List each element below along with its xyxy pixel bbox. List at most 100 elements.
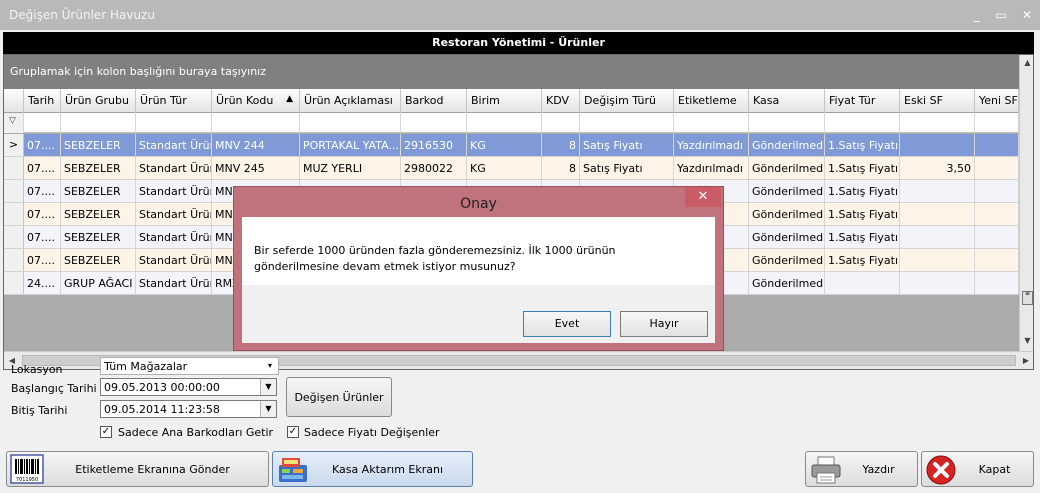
cell-kasa[interactable]: Gönderilmedi <box>749 203 825 225</box>
cell-yeni-sf[interactable] <box>975 157 1019 179</box>
cell-urun-tur[interactable]: Standart Ürün <box>136 180 212 202</box>
filter-cell[interactable] <box>749 113 825 133</box>
main-barcodes-checkbox[interactable]: ✓ <box>100 426 112 438</box>
column-header-etiketleme[interactable]: Etiketleme <box>674 89 749 113</box>
cell-eski-sf[interactable] <box>900 249 975 271</box>
row-indicator[interactable] <box>4 249 24 271</box>
cell-urun-aciklamasi[interactable]: PORTAKAL YATA... <box>300 134 401 156</box>
dialog-close-button[interactable]: ✕ <box>685 187 721 207</box>
cell-urun-kodu[interactable]: MNV 244 <box>212 134 300 156</box>
column-header-urun-aciklamasi[interactable]: Ürün Açıklaması <box>300 89 401 113</box>
row-indicator[interactable] <box>4 226 24 248</box>
filter-cell[interactable] <box>580 113 674 133</box>
column-header-tarih[interactable]: Tarih <box>24 89 61 113</box>
cell-eski-sf[interactable] <box>900 180 975 202</box>
cell-tarih[interactable]: 07.... <box>24 203 61 225</box>
row-indicator[interactable] <box>4 157 24 179</box>
cell-barkod[interactable]: 2916530 <box>401 134 467 156</box>
chevron-down-icon[interactable]: ▼ <box>260 401 276 417</box>
filter-cell[interactable] <box>542 113 580 133</box>
column-header-kasa[interactable]: Kasa <box>749 89 825 113</box>
group-by-panel[interactable]: Gruplamak için kolon başlığını buraya ta… <box>4 55 1019 89</box>
filter-cell[interactable] <box>467 113 542 133</box>
cell-urun-grubu[interactable]: GRUP AĞACI <box>61 272 136 294</box>
cell-urun-grubu[interactable]: SEBZELER <box>61 203 136 225</box>
column-header-yeni-sf[interactable]: Yeni SF <box>975 89 1019 113</box>
cell-kdv[interactable]: 8 <box>542 134 580 156</box>
cell-yeni-sf[interactable] <box>975 226 1019 248</box>
cell-kasa[interactable]: Gönderilmedi <box>749 157 825 179</box>
filter-cell[interactable] <box>61 113 136 133</box>
cell-fiyat-tur[interactable]: 1.Satış Fiyatı <box>825 249 900 271</box>
changed-products-button[interactable]: Değişen Ürünler <box>286 377 392 417</box>
cell-tarih[interactable]: 07.... <box>24 157 61 179</box>
column-header-barkod[interactable]: Barkod <box>401 89 467 113</box>
filter-cell[interactable] <box>24 113 61 133</box>
cell-degisim-turu[interactable]: Satış Fiyatı <box>580 157 674 179</box>
column-header-degisim-turu[interactable]: Değişim Türü <box>580 89 674 113</box>
cell-tarih[interactable]: 07.... <box>24 134 61 156</box>
cell-fiyat-tur[interactable]: 1.Satış Fiyatı <box>825 203 900 225</box>
column-header-urun-tur[interactable]: Ürün Tür <box>136 89 212 113</box>
minimize-button[interactable]: _ <box>966 7 988 23</box>
scroll-down-icon[interactable]: ▼ <box>1020 333 1033 349</box>
chevron-down-icon[interactable]: ▼ <box>260 379 276 395</box>
cell-yeni-sf[interactable] <box>975 134 1019 156</box>
cell-urun-grubu[interactable]: SEBZELER <box>61 226 136 248</box>
row-indicator[interactable]: > <box>4 134 24 156</box>
filter-cell[interactable] <box>136 113 212 133</box>
cell-urun-tur[interactable]: Standart Ürün <box>136 203 212 225</box>
close-button[interactable]: Kapat <box>921 451 1034 487</box>
filter-cell[interactable] <box>975 113 1019 133</box>
scroll-thumb[interactable]: ≡ <box>1022 291 1033 305</box>
cell-fiyat-tur[interactable]: 1.Satış Fiyatı <box>825 226 900 248</box>
cell-kasa[interactable]: Gönderilmedi <box>749 180 825 202</box>
cell-barkod[interactable]: 2980022 <box>401 157 467 179</box>
maximize-button[interactable]: ▭ <box>990 7 1012 23</box>
column-header-birim[interactable]: Birim <box>467 89 542 113</box>
yes-button[interactable]: Evet <box>523 311 611 337</box>
cell-tarih[interactable]: 07.... <box>24 180 61 202</box>
column-header-urun-kodu[interactable]: Ürün Kodu ▲ <box>212 89 300 113</box>
grid-filter-row[interactable]: ▽ <box>4 113 1019 133</box>
print-button[interactable]: Yazdır <box>805 451 918 487</box>
cell-eski-sf[interactable] <box>900 134 975 156</box>
cell-urun-grubu[interactable]: SEBZELER <box>61 134 136 156</box>
cell-urun-aciklamasi[interactable]: MUZ YERLI <box>300 157 401 179</box>
filter-cell[interactable] <box>212 113 300 133</box>
cell-urun-tur[interactable]: Standart Ürün <box>136 134 212 156</box>
end-date-picker[interactable]: 09.05.2014 11:23:58 ▼ <box>100 400 277 418</box>
cell-eski-sf[interactable] <box>900 203 975 225</box>
cell-kasa[interactable]: Gönderilmedi <box>749 226 825 248</box>
vertical-scrollbar[interactable]: ▲ ≡ ▼ <box>1019 55 1033 351</box>
cash-transfer-button[interactable]: Kasa Aktarım Ekranı <box>272 451 473 487</box>
cell-urun-tur[interactable]: Standart Ürün <box>136 249 212 271</box>
cell-urun-tur[interactable]: Standart Ürün <box>136 272 212 294</box>
row-indicator[interactable] <box>4 272 24 294</box>
filter-cell[interactable] <box>674 113 749 133</box>
cell-yeni-sf[interactable] <box>975 203 1019 225</box>
row-indicator[interactable] <box>4 203 24 225</box>
price-changed-checkbox[interactable]: ✓ <box>287 426 299 438</box>
cell-fiyat-tur[interactable]: 1.Satış Fiyatı <box>825 157 900 179</box>
cell-urun-grubu[interactable]: SEBZELER <box>61 157 136 179</box>
filter-cell[interactable] <box>825 113 900 133</box>
cell-urun-grubu[interactable]: SEBZELER <box>61 249 136 271</box>
cell-kdv[interactable]: 8 <box>542 157 580 179</box>
cell-kasa[interactable]: Gönderilmedi <box>749 272 825 294</box>
row-indicator[interactable] <box>4 180 24 202</box>
column-header-eski-sf[interactable]: Eski SF <box>900 89 975 113</box>
cell-tarih[interactable]: 07.... <box>24 249 61 271</box>
lokasyon-dropdown[interactable]: Tüm Mağazalar ▾ <box>100 357 279 375</box>
cell-degisim-turu[interactable]: Satış Fiyatı <box>580 134 674 156</box>
no-button[interactable]: Hayır <box>620 311 708 337</box>
cell-yeni-sf[interactable] <box>975 249 1019 271</box>
column-header-urun-grubu[interactable]: Ürün Grubu <box>61 89 136 113</box>
cell-urun-grubu[interactable]: SEBZELER <box>61 180 136 202</box>
cell-eski-sf[interactable]: 3,50 <box>900 157 975 179</box>
cell-fiyat-tur[interactable]: 1.Satış Fiyatı <box>825 180 900 202</box>
cell-eski-sf[interactable] <box>900 272 975 294</box>
cell-yeni-sf[interactable] <box>975 180 1019 202</box>
cell-eski-sf[interactable] <box>900 226 975 248</box>
close-window-button[interactable]: ✕ <box>1016 7 1038 23</box>
